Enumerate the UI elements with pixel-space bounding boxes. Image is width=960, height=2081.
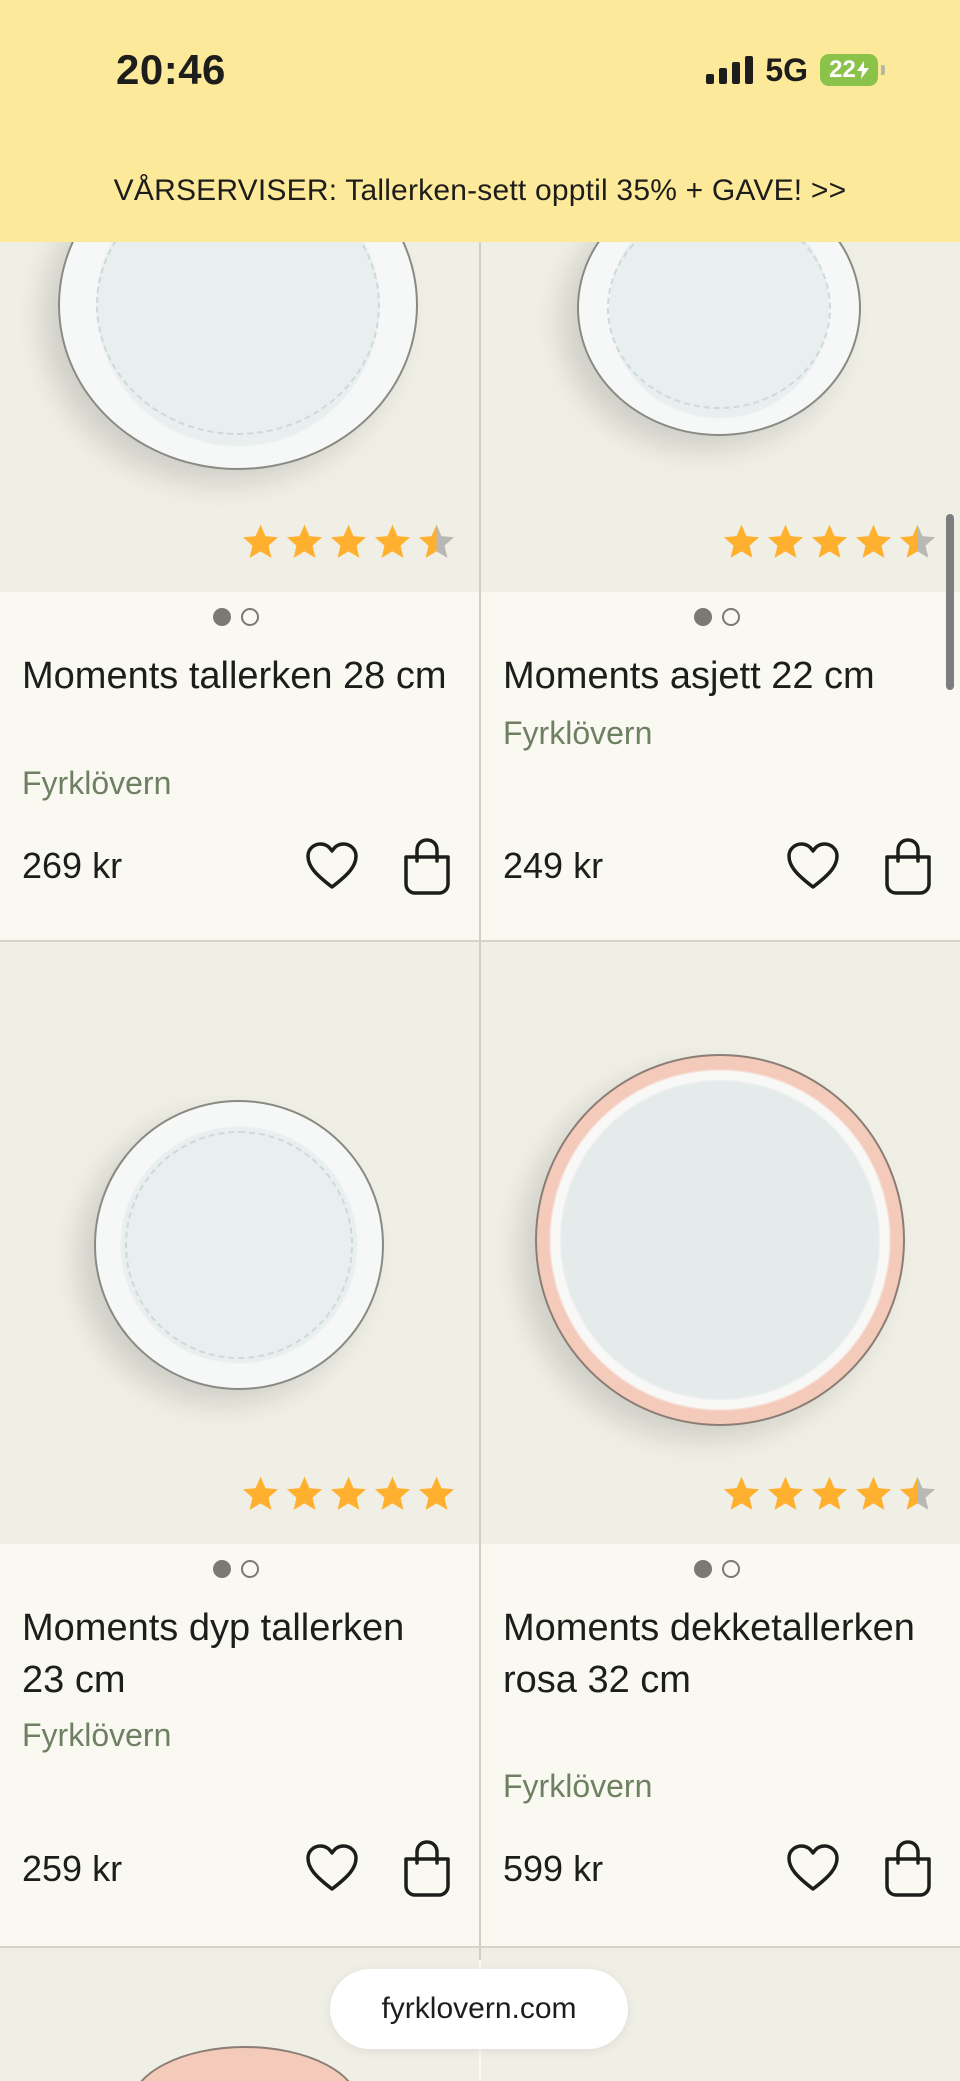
pagination-dot[interactable] xyxy=(694,1560,712,1578)
status-time: 20:46 xyxy=(116,46,226,93)
plate-photo xyxy=(535,1054,905,1426)
browser-url-bar[interactable]: fyrklovern.com xyxy=(330,1969,628,2049)
wishlist-button[interactable] xyxy=(304,838,360,894)
product-brand: Fyrklövern xyxy=(22,765,172,801)
star-icon xyxy=(374,524,411,558)
star-icon xyxy=(418,1476,455,1510)
top-header: 20:46 5G 22 VÅRSERVISER: Tallerken-sett … xyxy=(0,0,960,242)
status-indicators: 5G 22 xyxy=(706,51,885,88)
wishlist-button[interactable] xyxy=(304,1840,360,1896)
heart-outline-icon xyxy=(787,1844,839,1891)
rating-stars xyxy=(721,522,938,563)
product-title[interactable]: Moments asjett 22 cm xyxy=(503,650,933,702)
add-to-cart-button[interactable] xyxy=(880,838,936,895)
pagination-dot[interactable] xyxy=(213,608,231,626)
product-brand: Fyrklövern xyxy=(22,1717,172,1753)
star-icon xyxy=(899,524,936,558)
wishlist-button[interactable] xyxy=(785,1840,841,1896)
star-icon xyxy=(811,524,848,558)
star-icon xyxy=(418,524,455,558)
charging-bolt-icon xyxy=(856,61,869,79)
product-price: 599 kr xyxy=(503,1848,604,1889)
star-icon xyxy=(374,1476,411,1510)
cellular-signal-icon xyxy=(706,56,754,84)
product-card-3[interactable]: Moments dyp tallerken 23 cm Fyrklövern 2… xyxy=(0,942,479,1946)
heart-outline-icon xyxy=(787,842,839,889)
product-brand: Fyrklövern xyxy=(503,715,653,751)
wishlist-button[interactable] xyxy=(785,838,841,894)
star-icon xyxy=(855,1476,892,1510)
product-title[interactable]: Moments tallerken 28 cm xyxy=(22,650,452,702)
pagination-dot[interactable] xyxy=(213,1560,231,1578)
image-pagination xyxy=(213,608,259,626)
add-to-cart-button[interactable] xyxy=(399,838,455,895)
pagination-dot[interactable] xyxy=(694,608,712,626)
product-title[interactable]: Moments dyp tallerken 23 cm xyxy=(22,1602,452,1706)
rating-stars xyxy=(240,522,457,563)
shopping-bag-icon xyxy=(885,838,931,895)
rating-stars xyxy=(721,1474,938,1515)
star-icon xyxy=(767,524,804,558)
star-icon xyxy=(242,524,279,558)
star-icon xyxy=(767,1476,804,1510)
star-icon xyxy=(723,1476,760,1510)
scrollbar[interactable] xyxy=(946,514,954,690)
rating-stars xyxy=(240,1474,457,1515)
star-icon xyxy=(286,1476,323,1510)
shopping-bag-icon xyxy=(404,1840,450,1897)
battery-icon: 22 xyxy=(820,54,885,86)
image-pagination xyxy=(694,608,740,626)
product-price: 259 kr xyxy=(22,1848,123,1889)
heart-outline-icon xyxy=(306,1844,358,1891)
plate-photo xyxy=(94,1100,384,1390)
star-icon xyxy=(242,1476,279,1510)
network-type: 5G xyxy=(765,51,808,88)
star-icon xyxy=(899,1476,936,1510)
product-title[interactable]: Moments dekketallerken rosa 32 cm xyxy=(503,1602,923,1706)
product-brand: Fyrklövern xyxy=(503,1768,653,1804)
product-listing-page: Moments tallerken 28 cm Fyrklövern 269 k… xyxy=(0,0,960,2081)
image-pagination xyxy=(694,1560,740,1578)
plate-photo xyxy=(130,2046,360,2081)
heart-outline-icon xyxy=(306,842,358,889)
star-icon xyxy=(330,524,367,558)
star-icon xyxy=(811,1476,848,1510)
product-image[interactable] xyxy=(481,942,960,1544)
pagination-dot[interactable] xyxy=(722,608,740,626)
add-to-cart-button[interactable] xyxy=(880,1840,936,1897)
product-price: 249 kr xyxy=(503,845,604,886)
pagination-dot[interactable] xyxy=(241,1560,259,1578)
product-price: 269 kr xyxy=(22,845,123,886)
star-icon xyxy=(330,1476,367,1510)
image-pagination xyxy=(213,1560,259,1578)
battery-level: 22 xyxy=(829,56,856,83)
pagination-dot[interactable] xyxy=(722,1560,740,1578)
promo-banner[interactable]: VÅRSERVISER: Tallerken-sett opptil 35% +… xyxy=(0,174,960,208)
star-icon xyxy=(855,524,892,558)
shopping-bag-icon xyxy=(404,838,450,895)
shopping-bag-icon xyxy=(885,1840,931,1897)
product-card-4[interactable]: Moments dekketallerken rosa 32 cm Fyrklö… xyxy=(481,942,960,1946)
star-icon xyxy=(286,524,323,558)
product-image[interactable] xyxy=(0,942,479,1544)
add-to-cart-button[interactable] xyxy=(399,1840,455,1897)
star-icon xyxy=(723,524,760,558)
pagination-dot[interactable] xyxy=(241,608,259,626)
url-text: fyrklovern.com xyxy=(381,1992,577,2025)
